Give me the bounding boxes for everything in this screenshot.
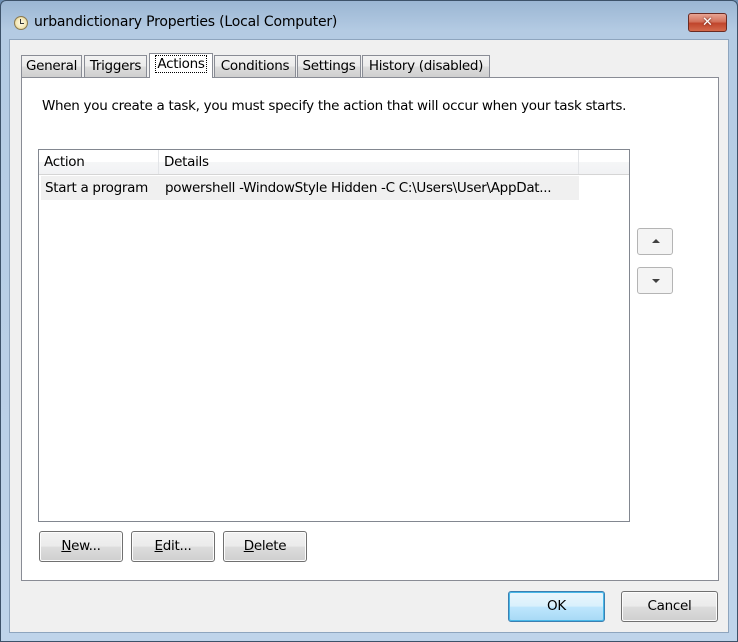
tab-settings[interactable]: Settings [297, 55, 361, 77]
tab-label: General [25, 58, 78, 74]
actions-list[interactable]: Action Details Start a program powershel… [38, 149, 630, 522]
move-up-button[interactable] [637, 228, 673, 255]
list-header: Action Details [39, 150, 629, 175]
details-cell: powershell -WindowStyle Hidden -C C:\Use… [165, 180, 552, 196]
column-header-details[interactable]: Details [159, 150, 579, 174]
close-button[interactable]: ✕ [688, 13, 727, 32]
new-button[interactable]: New... [39, 531, 123, 562]
actions-description: When you create a task, you must specify… [42, 98, 627, 114]
tab-label: History (disabled) [368, 58, 484, 74]
action-cell: Start a program [45, 180, 148, 196]
button-label: ew... [71, 538, 101, 554]
tab-label: Conditions [220, 58, 290, 74]
tab-label: Settings [302, 58, 356, 74]
mnemonic: E [154, 538, 164, 554]
properties-dialog: urbandictionary Properties (Local Comput… [0, 0, 738, 642]
dialog-client-area: General Triggers Actions Conditions Sett… [9, 39, 729, 633]
tab-general[interactable]: General [21, 55, 82, 77]
tab-conditions[interactable]: Conditions [214, 55, 296, 77]
tab-triggers[interactable]: Triggers [84, 55, 147, 77]
mnemonic: N [61, 538, 72, 554]
title-bar[interactable]: urbandictionary Properties (Local Comput… [1, 1, 737, 39]
edit-button[interactable]: Edit... [131, 531, 215, 562]
triangle-down-icon [652, 279, 660, 283]
task-scheduler-clock-icon [14, 16, 28, 30]
button-label: dit... [162, 538, 192, 554]
tab-label: Triggers [89, 58, 142, 74]
triangle-up-icon [652, 239, 660, 243]
column-header-action[interactable]: Action [39, 150, 159, 174]
tab-history[interactable]: History (disabled) [362, 55, 490, 77]
close-icon: ✕ [702, 15, 713, 30]
button-label: elete [253, 538, 287, 554]
tab-actions[interactable]: Actions [149, 53, 213, 78]
tab-label: Actions [155, 55, 207, 73]
window-title: urbandictionary Properties (Local Comput… [34, 14, 338, 30]
actions-tab-panel: When you create a task, you must specify… [21, 77, 719, 581]
mnemonic: D [243, 538, 254, 554]
cancel-button[interactable]: Cancel [621, 591, 718, 622]
ok-button[interactable]: OK [508, 591, 605, 622]
list-item[interactable]: Start a program powershell -WindowStyle … [41, 176, 579, 200]
move-down-button[interactable] [637, 267, 673, 294]
delete-button[interactable]: Delete [223, 531, 307, 562]
